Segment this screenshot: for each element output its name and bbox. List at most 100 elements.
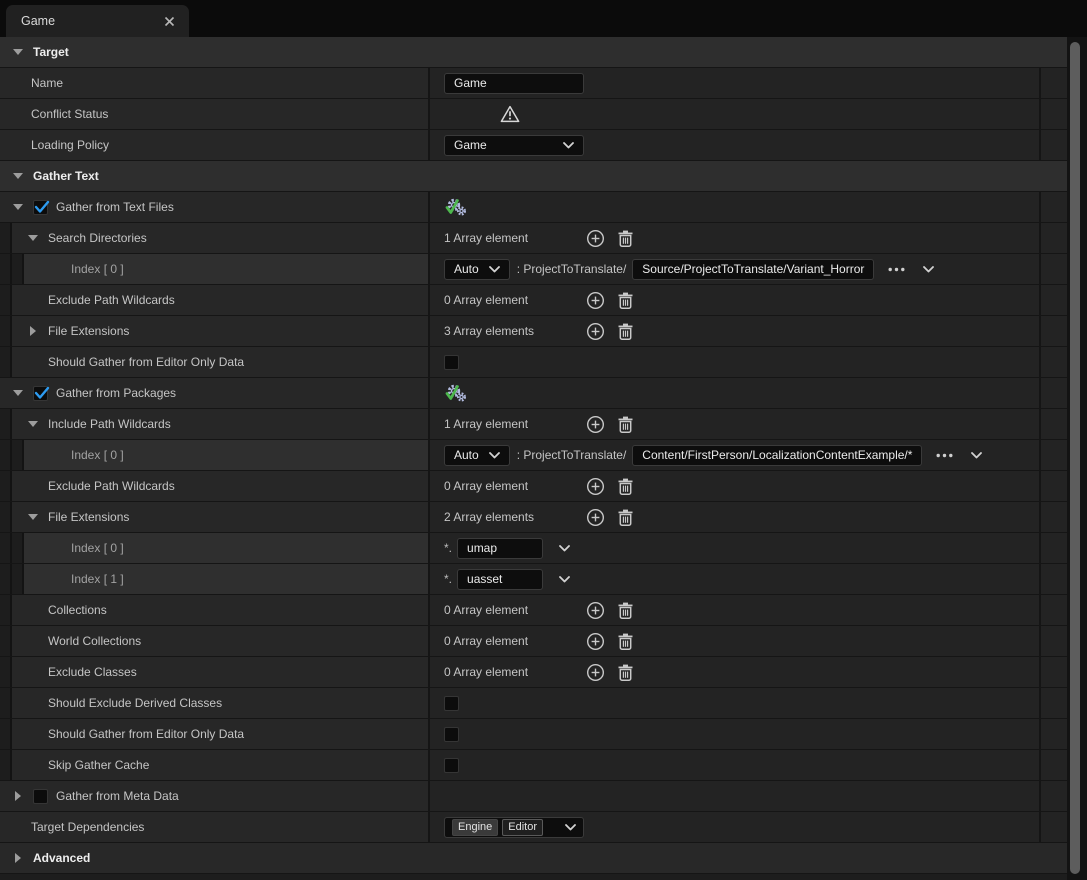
property-label: Index [ 0 ] <box>71 262 124 276</box>
indent-rail <box>0 223 12 253</box>
property-value-cell: EngineEditor <box>430 812 1041 842</box>
add-element-button[interactable] <box>586 322 605 341</box>
tags-dropdown[interactable]: EngineEditor <box>444 817 584 838</box>
add-element-button[interactable] <box>586 291 605 310</box>
extension-input[interactable]: umap <box>457 538 543 559</box>
details-panel: TargetNameGameConflict StatusLoading Pol… <box>0 37 1067 874</box>
root-dropdown[interactable]: Auto <box>444 445 510 466</box>
property-value-cell <box>430 99 1041 129</box>
expander-down-icon[interactable] <box>27 234 39 242</box>
property-name-cell: World Collections <box>0 626 430 656</box>
expander-down-icon[interactable] <box>12 172 24 180</box>
scrollbar-track[interactable] <box>1067 37 1087 880</box>
text-input[interactable]: Game <box>444 73 584 94</box>
root-dropdown[interactable]: Auto <box>444 259 510 280</box>
delete-elements-button[interactable] <box>618 478 633 495</box>
delete-elements-button[interactable] <box>618 323 633 340</box>
row-file-extensions-2: File Extensions2 Array elements <box>0 502 1067 533</box>
indent-rail <box>0 409 12 439</box>
expander-right-icon[interactable] <box>12 791 24 801</box>
path-input[interactable]: Source/ProjectToTranslate/Variant_Horror <box>632 259 874 280</box>
ellipsis-button[interactable] <box>936 453 953 458</box>
delete-elements-button[interactable] <box>618 509 633 526</box>
checkbox[interactable] <box>33 200 48 215</box>
add-element-button[interactable] <box>586 663 605 682</box>
reset-column-cell <box>1041 130 1067 160</box>
array-count-label: 0 Array element <box>444 603 586 617</box>
expander-down-icon[interactable] <box>27 420 39 428</box>
checkbox[interactable] <box>33 789 48 804</box>
property-value-cell: 0 Array element <box>430 471 1041 501</box>
delete-elements-button[interactable] <box>618 602 633 619</box>
property-name-cell: Conflict Status <box>0 99 430 129</box>
chevron-down-icon <box>489 448 500 462</box>
property-name-cell: Target Dependencies <box>0 812 430 842</box>
expander-right-icon[interactable] <box>12 853 24 863</box>
delete-elements-button[interactable] <box>618 292 633 309</box>
expander-down-icon[interactable] <box>12 203 24 211</box>
chevron-down-icon <box>565 820 576 834</box>
extension-input[interactable]: uasset <box>457 569 543 590</box>
reset-column-cell <box>1041 192 1067 222</box>
add-element-button[interactable] <box>586 477 605 496</box>
path-input[interactable]: Content/FirstPerson/LocalizationContentE… <box>632 445 922 466</box>
delete-elements-button[interactable] <box>618 416 633 433</box>
checkbox[interactable] <box>444 727 459 742</box>
expander-down-icon[interactable] <box>12 48 24 56</box>
row-should-exclude-derived-classes: Should Exclude Derived Classes <box>0 688 1067 719</box>
expander-right-icon[interactable] <box>27 326 39 336</box>
property-name-cell: Include Path Wildcards <box>0 409 430 439</box>
add-element-button[interactable] <box>586 632 605 651</box>
checkbox[interactable] <box>444 758 459 773</box>
gather-config-icon[interactable] <box>444 383 467 404</box>
checkbox[interactable] <box>33 386 48 401</box>
property-value-cell <box>430 750 1041 780</box>
property-value-cell <box>430 719 1041 749</box>
array-count-label: 0 Array element <box>444 665 586 679</box>
category-gather-text[interactable]: Gather Text <box>0 161 1067 192</box>
checkbox[interactable] <box>444 696 459 711</box>
property-label: World Collections <box>48 634 141 648</box>
chevron-down-button[interactable] <box>971 452 982 459</box>
array-count-label: 0 Array element <box>444 293 586 307</box>
chevron-down-button[interactable] <box>923 266 934 273</box>
path-prefix-label: : ProjectToTranslate/ <box>517 448 627 462</box>
delete-elements-button[interactable] <box>618 230 633 247</box>
property-name-cell: Skip Gather Cache <box>0 750 430 780</box>
add-element-button[interactable] <box>586 601 605 620</box>
ellipsis-button[interactable] <box>888 267 905 272</box>
add-element-button[interactable] <box>586 415 605 434</box>
chevron-down-button[interactable] <box>559 545 570 552</box>
tab-game[interactable]: Game <box>6 5 189 37</box>
delete-elements-button[interactable] <box>618 633 633 650</box>
property-value-cell: Auto: ProjectToTranslate/Source/ProjectT… <box>430 254 1041 284</box>
property-value-cell: Auto : ProjectToTranslate/Content/FirstPe… <box>430 440 1041 470</box>
reset-column-cell <box>1041 750 1067 780</box>
delete-elements-button[interactable] <box>618 664 633 681</box>
indent-rail <box>12 533 24 563</box>
reset-column-cell <box>1041 409 1067 439</box>
property-name-cell: Index [ 0 ] <box>0 254 430 284</box>
property-name-cell: Exclude Path Wildcards <box>0 285 430 315</box>
dropdown[interactable]: Game <box>444 135 584 156</box>
property-label: Should Exclude Derived Classes <box>48 696 222 710</box>
category-target[interactable]: Target <box>0 37 1067 68</box>
property-label: Name <box>31 76 63 90</box>
expander-down-icon[interactable] <box>27 513 39 521</box>
expander-down-icon[interactable] <box>12 389 24 397</box>
checkbox[interactable] <box>444 355 459 370</box>
close-icon[interactable] <box>164 16 175 27</box>
add-element-button[interactable] <box>586 508 605 527</box>
category-advanced[interactable]: Advanced <box>0 843 1067 874</box>
chevron-down-button[interactable] <box>559 576 570 583</box>
row-search-directories: Search Directories1 Array element <box>0 223 1067 254</box>
property-label: File Extensions <box>48 510 129 524</box>
add-element-button[interactable] <box>586 229 605 248</box>
scrollbar-thumb[interactable] <box>1070 42 1080 874</box>
gather-config-icon[interactable] <box>444 197 467 218</box>
reset-column-cell <box>1041 688 1067 718</box>
indent-rail <box>0 688 12 718</box>
property-value-cell: 3 Array elements <box>430 316 1041 346</box>
row-collections: Collections0 Array element <box>0 595 1067 626</box>
property-value-cell: 0 Array element <box>430 657 1041 687</box>
